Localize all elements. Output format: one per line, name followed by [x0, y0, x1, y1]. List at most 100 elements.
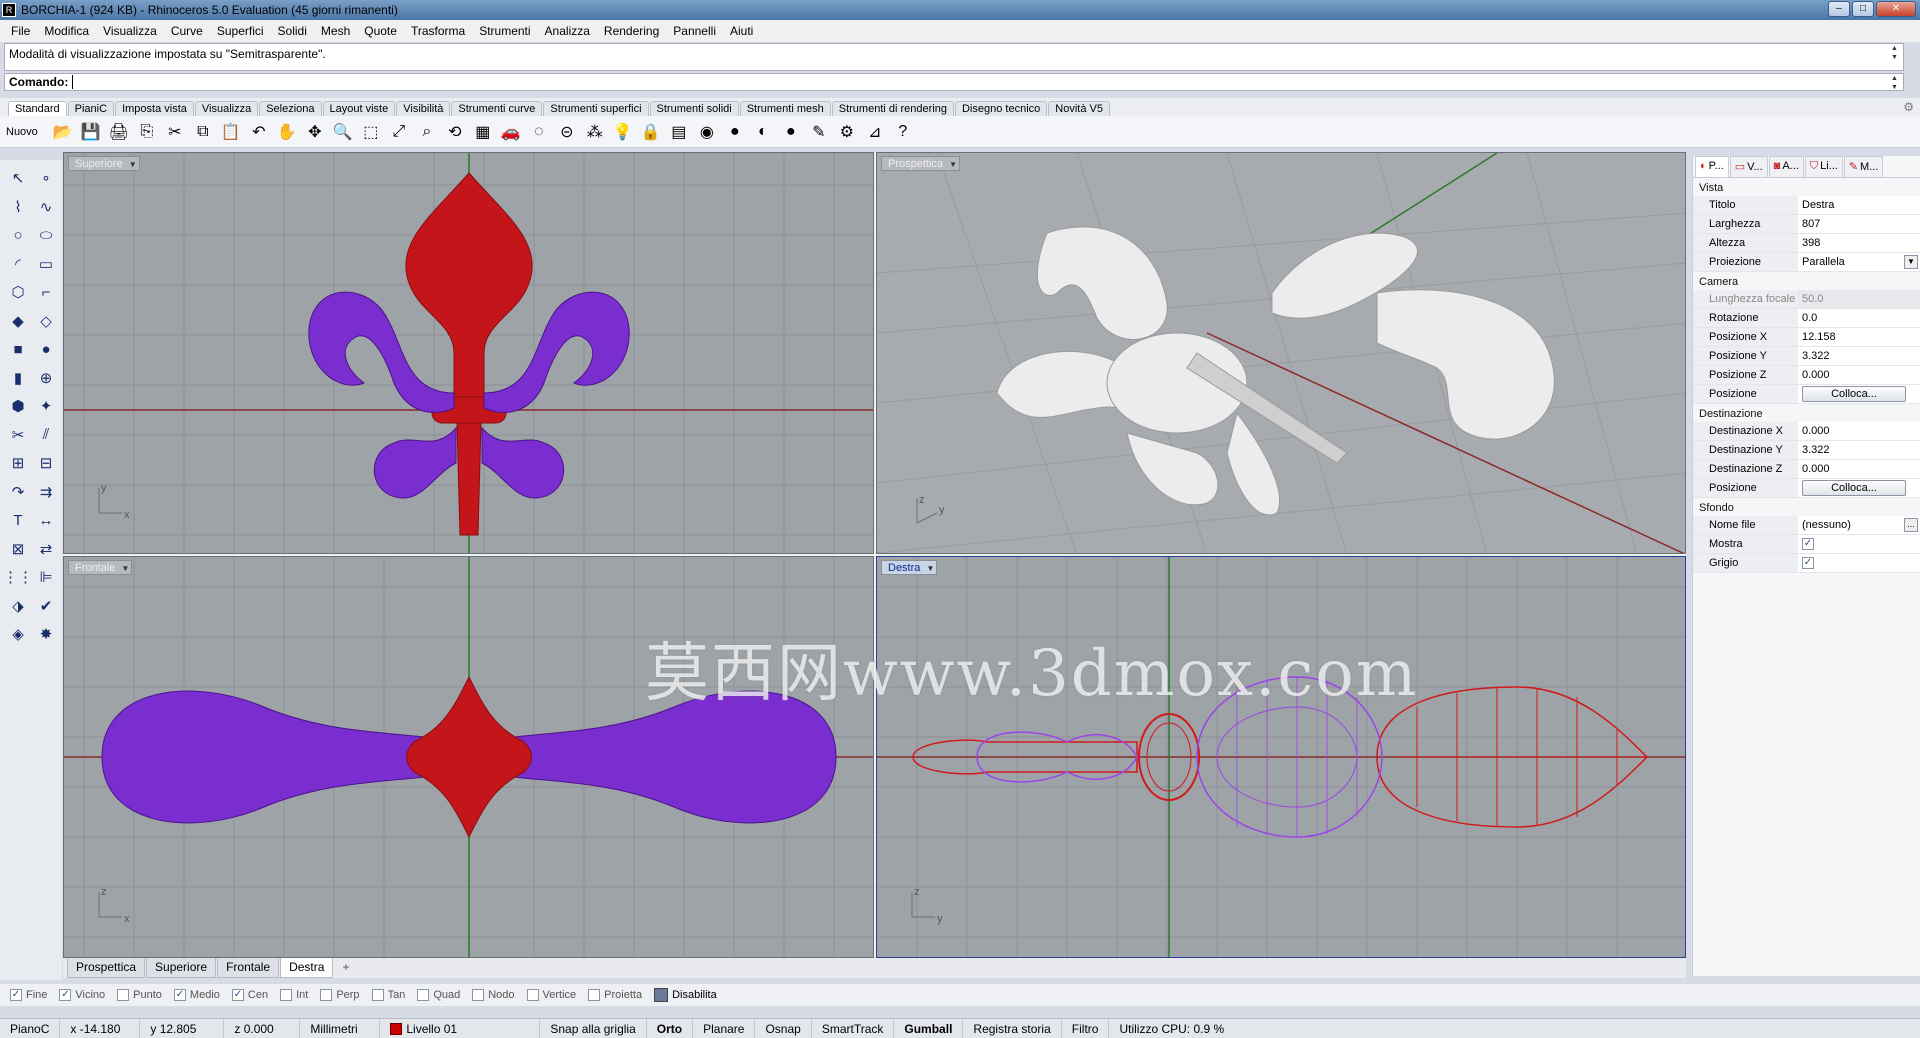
menu-visualizza[interactable]: Visualizza [96, 24, 164, 38]
toolbar-tab-2[interactable]: Imposta vista [115, 101, 194, 116]
viewport-perspective[interactable]: z y Prospettica ▼ [876, 152, 1686, 554]
osnap-perp[interactable]: Perp [320, 989, 360, 1001]
status-ortho[interactable]: Orto [647, 1018, 694, 1038]
viewport-tab-superiore[interactable]: Superiore [146, 958, 217, 978]
viewport-label-top[interactable]: Superiore ▼ [68, 156, 140, 171]
folder-open-icon[interactable]: 📂 [50, 119, 76, 145]
toolbar-tab-13[interactable]: Novità V5 [1048, 101, 1110, 116]
dimension-tool-icon[interactable]: ↔ [34, 508, 58, 532]
rhino-app-icon[interactable]: R [2, 3, 16, 17]
chevron-down-icon[interactable]: ▼ [926, 561, 934, 576]
property-value[interactable]: 3.322 [1798, 347, 1920, 365]
osnap-checkbox[interactable] [417, 989, 430, 1001]
status-osnap[interactable]: Osnap [755, 1018, 812, 1038]
polyline-icon[interactable]: ⌇ [6, 195, 30, 219]
pan-hand-icon[interactable]: ✋ [274, 119, 300, 145]
maximize-button[interactable]: □ [1852, 1, 1874, 17]
hide-icon[interactable]: ◌ [526, 119, 552, 145]
lock-circle-icon[interactable]: ⊝ [554, 119, 580, 145]
cut-icon[interactable]: ✂ [162, 119, 188, 145]
osnap-fine[interactable]: ✓ Fine [10, 989, 47, 1001]
property-checkbox[interactable]: ✓ [1802, 538, 1814, 550]
zoom-window-icon[interactable]: ⬚ [358, 119, 384, 145]
join-icon[interactable]: ⊞ [6, 451, 30, 475]
help-icon[interactable]: ? [890, 119, 916, 145]
color-wheel-icon[interactable]: ◉ [694, 119, 720, 145]
property-value[interactable]: 398 [1798, 234, 1920, 252]
fillet-icon[interactable]: ⌐ [34, 280, 58, 304]
status-snap[interactable]: Snap alla griglia [540, 1018, 647, 1038]
property-checkbox[interactable]: ✓ [1802, 557, 1814, 569]
dimension-icon[interactable]: ⊿ [862, 119, 888, 145]
light-icon[interactable]: ✸ [34, 622, 58, 646]
trim-icon[interactable]: ✂ [6, 423, 30, 447]
status-gumball[interactable]: Gumball [894, 1018, 964, 1038]
import-icon[interactable]: ⎘ [134, 119, 160, 145]
menu-pannelli[interactable]: Pannelli [666, 24, 723, 38]
chevron-down-icon[interactable]: ▼ [121, 561, 129, 576]
status-filter[interactable]: Filtro [1062, 1018, 1110, 1038]
new-button[interactable]: Nuovo [6, 126, 38, 138]
panel-tab-2[interactable]: ◙ A... [1768, 156, 1804, 177]
osnap-checkbox[interactable] [588, 989, 601, 1001]
osnap-checkbox[interactable] [371, 989, 384, 1001]
menu-solidi[interactable]: Solidi [271, 24, 314, 38]
polygon-icon[interactable]: ⬡ [6, 280, 30, 304]
sphere-rendered-icon[interactable]: ◐ [750, 119, 776, 145]
status-cplane[interactable]: PianoC [0, 1018, 61, 1038]
osnap-checkbox[interactable] [320, 989, 333, 1001]
status-units[interactable]: Millimetri [300, 1018, 381, 1038]
chevron-down-icon[interactable]: ▼ [1904, 255, 1918, 269]
render-icon[interactable]: ◈ [6, 622, 30, 646]
menu-curve[interactable]: Curve [164, 24, 210, 38]
menu-aiuti[interactable]: Aiuti [723, 24, 760, 38]
lock-icon[interactable]: 🔒 [638, 119, 664, 145]
osnap-proietta[interactable]: Proietta [588, 989, 642, 1001]
text-icon[interactable]: T [6, 508, 30, 532]
array-icon[interactable]: ⋮⋮ [3, 565, 33, 589]
toolbar-tab-11[interactable]: Strumenti di rendering [831, 101, 954, 116]
menu-strumenti[interactable]: Strumenti [472, 24, 537, 38]
curve-icon[interactable]: ∿ [34, 195, 58, 219]
surface-icon[interactable]: ◆ [6, 309, 30, 333]
menu-mesh[interactable]: Mesh [314, 24, 357, 38]
point-icon[interactable]: ∘ [34, 166, 58, 190]
toolbar-tab-9[interactable]: Strumenti solidi [649, 101, 739, 116]
print-icon[interactable]: 🖨 [106, 119, 132, 145]
panel-tab-0[interactable]: ◐ P... [1695, 156, 1729, 177]
property-value[interactable]: (nessuno)... [1798, 516, 1920, 534]
ellipse-icon[interactable]: ⬭ [34, 223, 58, 247]
save-icon[interactable]: 💾 [78, 119, 104, 145]
property-value[interactable]: 3.322 [1798, 441, 1920, 459]
zoom-selected-icon[interactable]: ⌕ [414, 119, 440, 145]
menu-quote[interactable]: Quote [357, 24, 404, 38]
copy-icon[interactable]: ⧉ [190, 119, 216, 145]
chevron-down-icon[interactable]: ▼ [129, 157, 137, 172]
place-button[interactable]: Colloca... [1802, 386, 1906, 402]
zoom-previous-icon[interactable]: ⟲ [442, 119, 468, 145]
toolbar-settings-icon[interactable]: ⚙ [1903, 100, 1914, 114]
property-value[interactable]: 0.000 [1798, 460, 1920, 478]
menu-modifica[interactable]: Modifica [37, 24, 96, 38]
menu-file[interactable]: File [4, 24, 37, 38]
osnap-punto[interactable]: Punto [117, 989, 162, 1001]
car-icon[interactable]: 🚗 [498, 119, 524, 145]
viewport-tab-destra[interactable]: Destra [280, 958, 334, 978]
paste-icon[interactable]: 📋 [218, 119, 244, 145]
osnap-vertice[interactable]: Vertice [526, 989, 576, 1001]
add-viewport-tab-button[interactable]: + [334, 958, 357, 978]
fleur-de-lis-shaded[interactable] [996, 226, 1555, 516]
group-icon[interactable]: ⊟ [34, 451, 58, 475]
status-layer[interactable]: Livello 01 [380, 1018, 541, 1038]
status-history[interactable]: Registra storia [963, 1018, 1062, 1038]
menu-trasforma[interactable]: Trasforma [404, 24, 472, 38]
osnap-vicino[interactable]: ✓ Vicino [59, 989, 105, 1001]
osnap-quad[interactable]: Quad [417, 989, 460, 1001]
align-icon[interactable]: ⊫ [34, 565, 58, 589]
property-value[interactable]: Colloca... [1798, 385, 1920, 403]
select-arrow-icon[interactable]: ↖ [6, 166, 30, 190]
panel-tab-4[interactable]: ✎ M... [1843, 156, 1884, 177]
toolbar-tab-5[interactable]: Layout viste [322, 101, 396, 116]
pen-icon[interactable]: ✎ [806, 119, 832, 145]
menu-analizza[interactable]: Analizza [538, 24, 597, 38]
